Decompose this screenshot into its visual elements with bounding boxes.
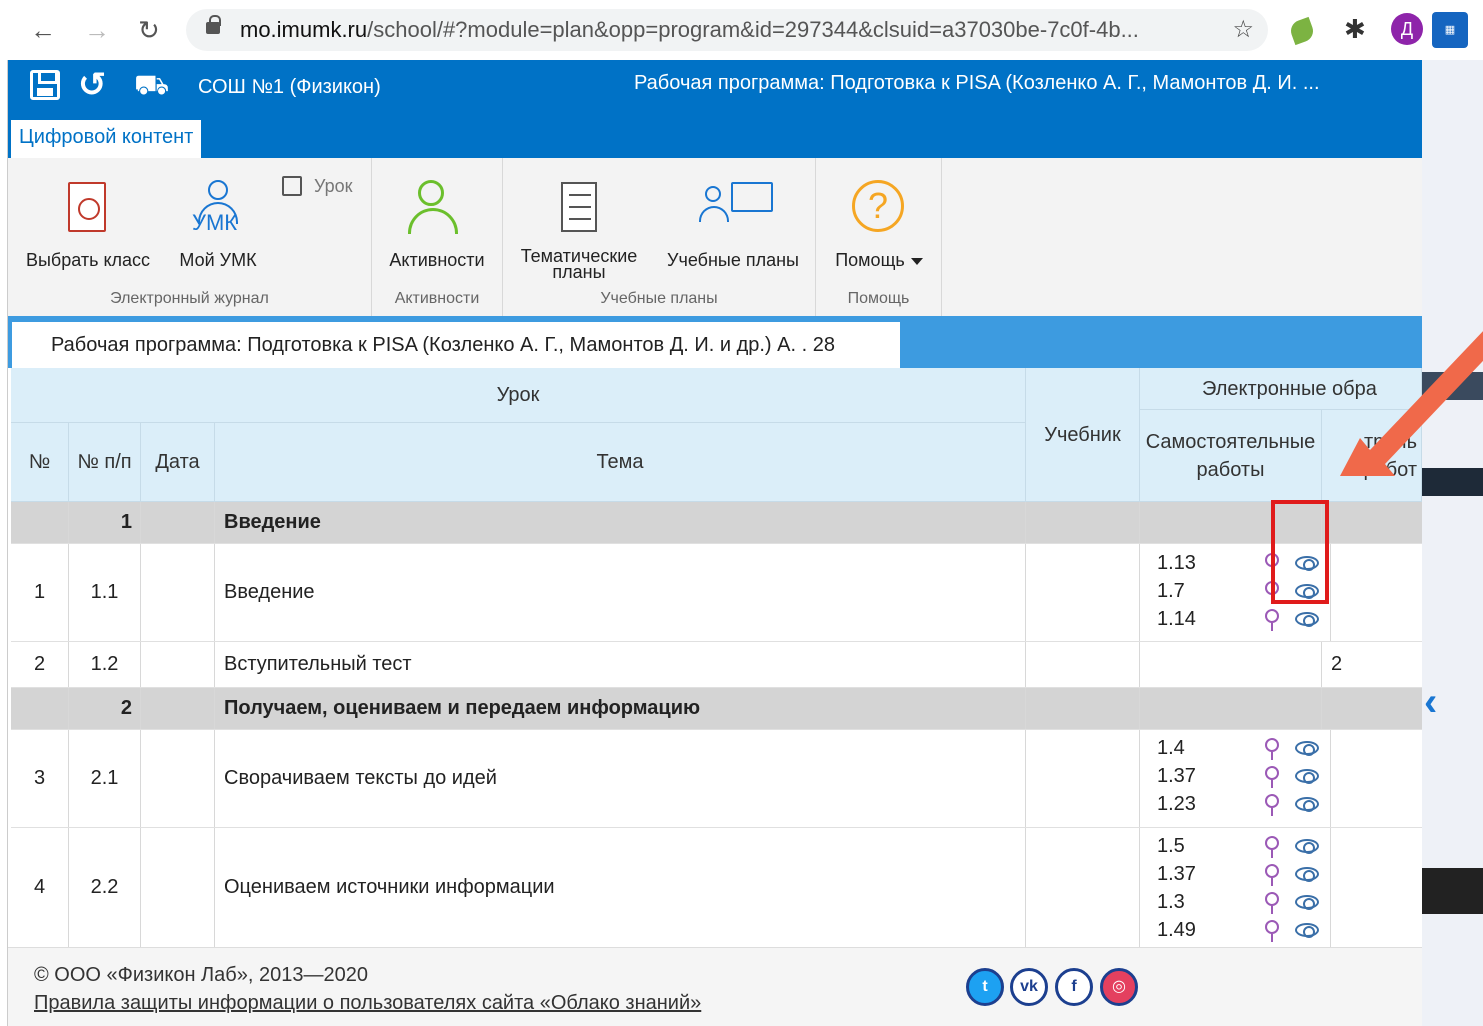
self-work-list: 1.5 1.37 1.3 1.49 [1149,828,1331,947]
header-num-pp[interactable]: № п/п [69,423,141,502]
control-work-count[interactable]: 2 [1322,642,1422,687]
instagram-icon[interactable]: ◎ [1100,968,1138,1006]
eye-icon[interactable] [1295,612,1319,627]
work-item[interactable]: 1.49 [1157,916,1327,944]
pin-icon[interactable] [1265,766,1279,788]
chevron-left-icon[interactable]: ‹ [1424,680,1437,725]
work-item[interactable]: 1.37 [1157,860,1327,888]
url-text[interactable]: mo.imumk.ru/school/#?module=plan&opp=pro… [240,17,1139,43]
facebook-icon[interactable]: f [1055,968,1093,1006]
eye-icon[interactable] [1295,741,1319,756]
self-work-list: 1.4 1.37 1.23 [1149,730,1331,827]
group-help: ? Помощь Помощь [816,158,942,316]
window-edge [0,60,8,1026]
program-strip: Рабочая программа: Подготовка к PISA (Ко… [8,316,1422,368]
header-num[interactable]: № [11,423,69,502]
copyright-text: © ООО «Физикон Лаб», 2013—2020 [34,964,368,986]
overlay-screenshot-panel: ‹ [1422,60,1483,1026]
profile-avatar[interactable]: Д [1391,13,1423,45]
table-row-lesson-1[interactable]: 1 1.1 Введение 1.13 1.7 1.14 [11,544,1422,642]
forward-arrow-icon[interactable]: → [84,14,110,46]
browser-toolbar: ← → ↻ mo.imumk.ru/school/#?module=plan&o… [0,0,1483,60]
undo-icon[interactable]: ↺ [78,68,107,102]
reload-icon[interactable]: ↻ [138,14,160,46]
leaf-extension-icon[interactable] [1287,16,1317,46]
program-tab[interactable]: Рабочая программа: Подготовка к PISA (Ко… [12,322,900,368]
address-bar[interactable]: mo.imumk.ru/school/#?module=plan&opp=pro… [186,9,1268,51]
choose-class-button[interactable]: Выбрать класс [18,178,158,278]
pin-icon[interactable] [1265,738,1279,760]
save-icon[interactable] [30,70,60,100]
help-button[interactable]: ? Помощь [822,178,936,278]
network-icon[interactable]: ⛟ [134,68,169,102]
table-row-lesson-3[interactable]: 3 2.1 Сворачиваем тексты до идей 1.4 1.3… [11,730,1422,828]
tab-digital-content[interactable]: Цифровой контент [11,120,202,160]
eye-icon[interactable] [1295,923,1319,938]
work-item[interactable]: 1.37 [1157,762,1327,790]
pin-icon[interactable] [1265,794,1279,816]
pin-icon[interactable] [1265,892,1279,914]
work-item[interactable]: 1.14 [1157,605,1327,633]
eye-icon[interactable] [1295,769,1319,784]
app-header: ↺ ⛟ СОШ №1 (Физикон) Рабочая программа: … [8,60,1422,160]
activities-button[interactable]: Активности [378,178,496,278]
checklist-icon [561,182,597,232]
annotation-arrow [1340,331,1483,476]
lock-icon [206,15,221,34]
table-row-section-1[interactable]: 1 Введение [11,502,1422,544]
eye-icon[interactable] [1295,895,1319,910]
vk-icon[interactable]: vk [1010,968,1048,1006]
lesson-button[interactable]: Урок [280,176,366,202]
pin-icon[interactable] [1265,864,1279,886]
video-document-icon [68,182,106,232]
eye-icon[interactable] [1295,839,1319,854]
pin-icon[interactable] [1265,836,1279,858]
caret-down-icon [910,257,923,265]
table-row-lesson-2[interactable]: 2 1.2 Вступительный тест 2 [11,642,1422,688]
work-item[interactable]: 1.3 [1157,888,1327,916]
twitter-icon[interactable]: t [966,968,1004,1006]
pin-icon[interactable] [1265,920,1279,942]
table-row-lesson-4[interactable]: 4 2.2 Оцениваем источники информации 1.5… [11,828,1422,947]
eye-icon[interactable] [1295,797,1319,812]
group-journal: Выбрать класс УМК Мой УМК Урок Электронн… [8,158,372,316]
header-lesson: Урок [11,368,1026,423]
app-extension-icon[interactable]: ▦ [1432,12,1468,48]
header-textbook[interactable]: Учебник [1026,368,1140,502]
group-activities: Активности Активности [372,158,503,316]
eye-icon[interactable] [1295,867,1319,882]
board-icon [731,182,773,212]
ribbon-toolbar: Выбрать класс УМК Мой УМК Урок Электронн… [8,158,1422,316]
edit-icon [282,176,302,196]
my-umk-button[interactable]: УМК Мой УМК [168,178,268,278]
privacy-link[interactable]: Правила защиты информации о пользователя… [34,992,701,1015]
header-self-work[interactable]: Самостоятельные работы [1140,410,1322,502]
work-item[interactable]: 1.23 [1157,790,1327,818]
question-icon: ? [852,180,904,232]
highlight-box [1271,500,1329,604]
header-topic[interactable]: Тема [215,423,1026,502]
study-plans-button[interactable]: Учебные планы [655,178,811,278]
header-date[interactable]: Дата [141,423,215,502]
program-title: Рабочая программа: Подготовка к PISA (Ко… [634,72,1320,94]
extensions-puzzle-icon[interactable]: ✱ [1344,14,1370,44]
back-arrow-icon[interactable]: ← [30,14,56,46]
work-item[interactable]: 1.5 [1157,832,1327,860]
group-plans: Тематические планы Учебные планы Учебные… [503,158,816,316]
thematic-plans-button[interactable]: Тематические планы [509,178,649,288]
pin-icon[interactable] [1265,609,1279,631]
table-row-section-2[interactable]: 2 Получаем, оцениваем и передаем информа… [11,688,1422,730]
work-item[interactable]: 1.4 [1157,734,1327,762]
bookmark-star-icon[interactable]: ☆ [1232,15,1254,44]
page-footer: © ООО «Физикон Лаб», 2013—2020 Правила з… [8,947,1422,1026]
school-name[interactable]: СОШ №1 (Физикон) [198,76,381,99]
